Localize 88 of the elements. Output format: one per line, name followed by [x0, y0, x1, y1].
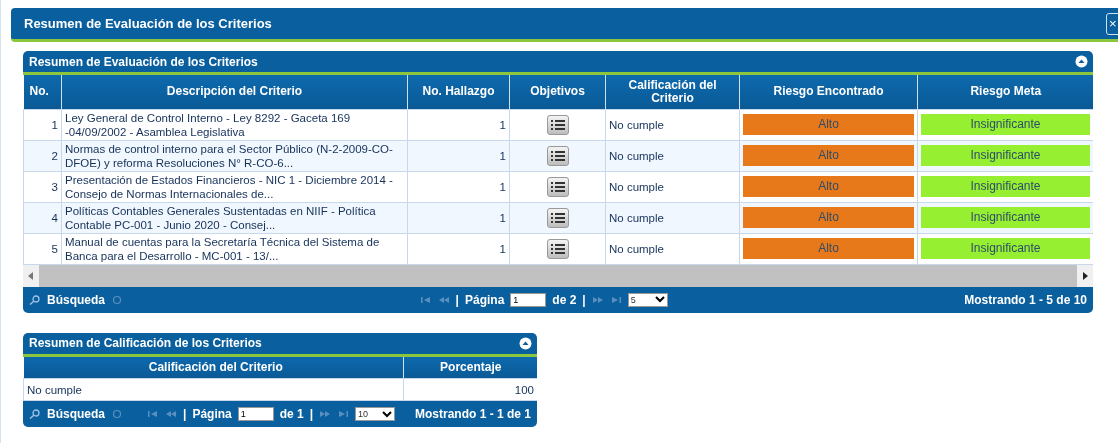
scroll-left-icon[interactable] [23, 264, 39, 287]
column-header[interactable]: Objetivos [509, 75, 606, 109]
column-header[interactable]: Riesgo Meta [917, 75, 1093, 109]
criterion-description: Ley General de Control Interno - Ley 8292 - Gaceta 169 -04/09/2002 - Asamblea Legislativa [61, 109, 408, 140]
column-header[interactable]: Porcentaje [403, 356, 537, 379]
separator: | [455, 292, 459, 307]
column-header[interactable]: Calificación del Criterio [605, 75, 740, 109]
criterion-description: Presentación de Estados Financieros - NIC 1 - Diciembre 2014 - Consejo de Normas Internacionales de... [61, 171, 408, 202]
criterion-description: Políticas Contables Generales Sustentadas en NIIF - Política Contable PC-001 - Junio 2020 - Consej... [61, 202, 408, 233]
records-summary: Mostrando 1 - 1 de 1 [414, 407, 531, 421]
caret-icon[interactable] [382, 410, 393, 418]
criterion-description: Manual de cuentas para la Secretaría Técnica del Sistema de Banca para el Desarrollo - MC-001 - 13/... [61, 233, 408, 264]
column-header[interactable]: Descripción del Criterio [61, 75, 408, 109]
search-icon[interactable] [29, 409, 41, 419]
previous-page-icon[interactable] [165, 409, 177, 419]
risk-found-label: Alto [743, 145, 914, 166]
close-button[interactable]: × [1106, 12, 1118, 35]
target-risk-label: Insignificante [921, 238, 1090, 259]
records-summary: Mostrando 1 - 5 de 10 [964, 292, 1087, 307]
search-link[interactable]: Búsqueda [47, 407, 105, 421]
target-risk-label: Insignificante [921, 114, 1090, 135]
row-number: 1 [23, 109, 62, 140]
objectives-button[interactable] [546, 176, 569, 197]
finding-count: 1 [407, 202, 510, 233]
scroll-right-icon[interactable] [1077, 264, 1093, 287]
rating-cell: No cumple [23, 378, 404, 401]
target-risk-label: Insignificante [921, 176, 1090, 197]
column-header[interactable]: Calificación del Criterio [23, 356, 404, 379]
target-risk-label: Insignificante [921, 145, 1090, 166]
rating-cell: No cumple [605, 171, 740, 202]
objectives-button[interactable] [546, 145, 569, 166]
finding-count: 1 [407, 171, 510, 202]
row-number: 3 [23, 171, 62, 202]
search-icon[interactable] [29, 294, 41, 305]
panel-title: Resumen de Calificación de los Criterios [29, 336, 262, 350]
collapse-icon[interactable] [519, 336, 532, 350]
next-page-icon[interactable] [319, 409, 332, 419]
separator: | [183, 407, 187, 421]
rating-cell: No cumple [605, 233, 740, 264]
page-count: de 1 [279, 407, 304, 421]
column-header[interactable]: Riesgo Encontrado [739, 75, 918, 109]
list-icon [550, 211, 565, 224]
page-input[interactable]: 1 [237, 407, 274, 421]
risk-found-label: Alto [743, 114, 914, 135]
list-icon [550, 118, 565, 131]
objectives-button[interactable] [546, 238, 569, 259]
column-header[interactable]: No. [23, 75, 62, 109]
first-page-icon[interactable] [147, 409, 159, 419]
risk-found-label: Alto [743, 238, 914, 259]
next-page-icon[interactable] [591, 294, 604, 305]
row-number: 2 [23, 140, 62, 171]
finding-count: 1 [407, 109, 510, 140]
collapse-icon[interactable] [1075, 55, 1088, 68]
last-page-icon[interactable] [609, 294, 622, 305]
separator: | [309, 407, 314, 421]
objectives-button[interactable] [546, 207, 569, 228]
list-icon [550, 149, 565, 162]
panel-title: Resumen de Evaluación de los Criterios [29, 54, 258, 69]
finding-count: 1 [407, 140, 510, 171]
rating-cell: No cumple [605, 109, 740, 140]
target-risk-label: Insignificante [921, 207, 1090, 228]
caret-icon[interactable] [654, 296, 665, 303]
risk-found-label: Alto [743, 207, 914, 228]
page-size-select[interactable]: 5 [627, 292, 668, 307]
rating-cell: No cumple [605, 140, 740, 171]
column-header[interactable]: No. Hallazgo [407, 75, 510, 109]
finding-count: 1 [407, 233, 510, 264]
list-icon [550, 242, 565, 255]
risk-found-label: Alto [743, 176, 914, 197]
percentage-cell: 100 [403, 378, 537, 401]
horizontal-scrollbar[interactable] [23, 264, 1093, 287]
search-link[interactable]: Búsqueda [47, 292, 105, 307]
first-page-icon[interactable] [419, 294, 432, 305]
list-icon [550, 180, 565, 193]
rating-cell: No cumple [605, 202, 740, 233]
row-number: 5 [23, 233, 62, 264]
objectives-button[interactable] [546, 114, 569, 135]
page-count: de 2 [552, 292, 577, 307]
last-page-icon[interactable] [337, 409, 350, 419]
criterion-description: Normas de control interno para el Sector Público (N-2-2009-CO-DFOE) y reforma Resoluciones N° R-CO-6... [61, 140, 408, 171]
page-label: Página [464, 292, 505, 307]
window-title: Resumen de Evaluación de los Criterios [24, 16, 272, 31]
row-number: 4 [23, 202, 62, 233]
page-input[interactable]: 1 [510, 292, 547, 307]
page-label: Página [192, 407, 232, 421]
page-size-select[interactable]: 10 [355, 407, 396, 421]
separator: | [582, 292, 586, 307]
previous-page-icon[interactable] [437, 294, 450, 305]
